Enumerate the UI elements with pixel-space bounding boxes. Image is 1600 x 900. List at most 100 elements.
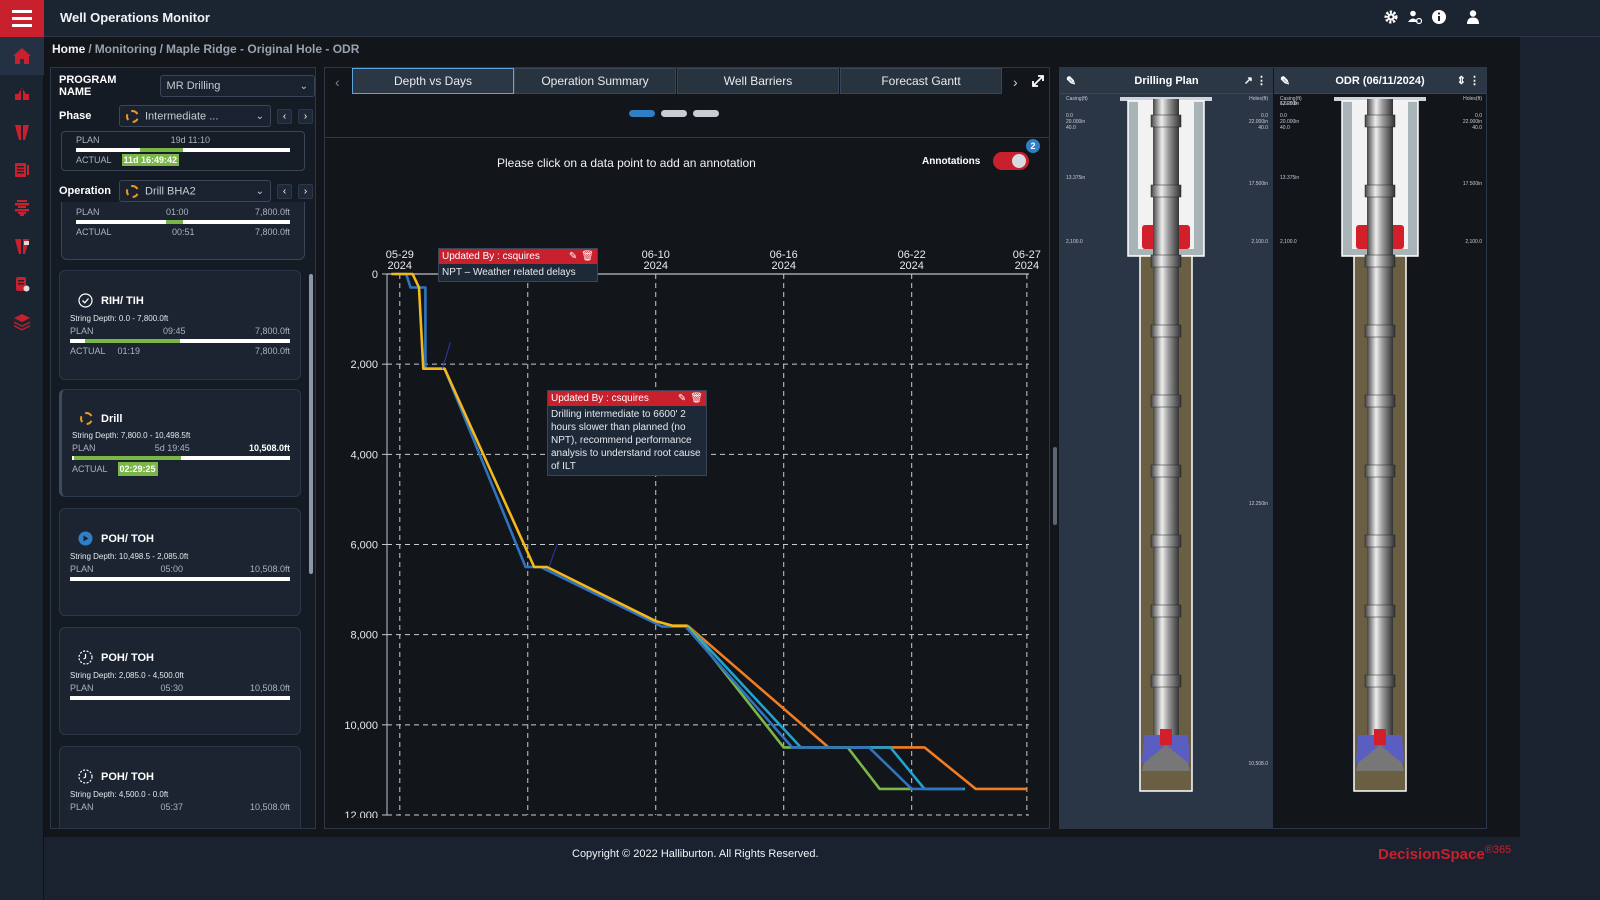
nav-report-history[interactable] <box>0 265 44 303</box>
edit-pencil-icon[interactable]: ✎ <box>1066 74 1076 88</box>
operation-select[interactable]: Drill BHA2 ⌄ <box>119 180 271 202</box>
top-icons <box>1382 9 1482 27</box>
plan-label: PLAN <box>70 326 94 336</box>
odr-schematic: Casing(ft)0.020.000in40.013.375in2,100.0… <box>1280 96 1482 792</box>
tab-next-chevron-icon[interactable]: › <box>1013 74 1018 90</box>
panel-resize-handle[interactable] <box>1053 447 1057 525</box>
more-vertical-icon[interactable]: ⋮ <box>1256 75 1267 87</box>
copyright: Copyright © 2022 Halliburton. All Rights… <box>572 848 819 860</box>
pager-dot-1[interactable] <box>629 110 655 117</box>
tab-prev-chevron-icon[interactable]: ‹ <box>335 74 340 90</box>
bit-nozzle <box>1374 729 1386 745</box>
edit-pencil-icon[interactable]: ✎ <box>678 393 686 404</box>
operations-scrollbar[interactable] <box>309 274 313 574</box>
user-settings-icon[interactable] <box>1406 9 1424 27</box>
nav-home[interactable] <box>0 37 44 75</box>
brand-logo: DecisionSpace®365 <box>1378 844 1511 863</box>
depth-label: 40.0 <box>1066 125 1076 131</box>
phase-select[interactable]: Intermediate ... ⌄ <box>119 105 271 127</box>
actual-label: ACTUAL <box>76 155 112 165</box>
operation-card[interactable]: RIH/ TIH String Depth: 0.0 - 7,800.0ft P… <box>59 270 301 380</box>
operation-progress-bar <box>76 220 290 224</box>
clock-icon <box>78 650 93 665</box>
plan-time: 09:45 <box>162 326 186 336</box>
operations-list: RIH/ TIH String Depth: 0.0 - 7,800.0ft P… <box>51 234 307 828</box>
nav-reports[interactable] <box>0 151 44 189</box>
check-circle-icon <box>78 293 93 308</box>
trash-icon[interactable]: 🗑 <box>690 393 703 404</box>
plan-depth: 10,508.0ft <box>249 564 290 574</box>
chart-panel: ‹ Depth vs Days Operation Summary Well B… <box>324 67 1050 829</box>
plan-label: PLAN <box>76 207 100 217</box>
gear-icon[interactable] <box>1382 9 1400 27</box>
tool-joint <box>1364 534 1396 548</box>
tab-forecast-gantt[interactable]: Forecast Gantt <box>840 68 1002 94</box>
nav-wellhead-history[interactable] <box>0 227 44 265</box>
nav-layers[interactable] <box>0 303 44 341</box>
pager-dot-2[interactable] <box>661 110 687 117</box>
phase-progress-bar <box>76 148 290 152</box>
string-depth: String Depth: 4,500.0 - 0.0ft <box>70 790 169 799</box>
operation-prev-button[interactable]: ‹ <box>277 183 292 199</box>
plan-label: PLAN <box>72 443 96 453</box>
tab-bar: ‹ Depth vs Days Operation Summary Well B… <box>325 68 1049 138</box>
depth-label: Casing(ft) <box>1066 96 1088 102</box>
operation-card[interactable]: POH/ TOH String Depth: 2,085.0 - 4,500.0… <box>59 627 301 735</box>
pager-dot-3[interactable] <box>693 110 719 117</box>
edit-pencil-icon[interactable]: ✎ <box>569 251 577 262</box>
operation-progress-bar <box>70 339 290 343</box>
tool-joint <box>1364 324 1396 338</box>
breadcrumb-monitoring[interactable]: Monitoring <box>95 42 157 56</box>
menu-button[interactable] <box>0 0 44 37</box>
export-icon[interactable]: ↗ <box>1244 75 1253 87</box>
x-tick-year: 2024 <box>899 260 923 272</box>
tab-well-barriers[interactable]: Well Barriers <box>677 68 839 94</box>
annotation-leader-2 <box>548 543 558 568</box>
actual-label: ACTUAL <box>72 464 108 474</box>
tool-joint <box>1364 674 1396 688</box>
breadcrumb-home[interactable]: Home <box>52 42 85 56</box>
phase-row: Phase Intermediate ... ⌄ ‹ › <box>59 105 313 127</box>
nav-rig[interactable] <box>0 75 44 113</box>
operation-row: Operation Drill BHA2 ⌄ ‹ › <box>59 180 313 202</box>
depth-label: 10,508.0 <box>1249 761 1269 767</box>
main-area: Home / Monitoring / Maple Ridge - Original H… <box>44 37 1520 837</box>
phase-next-button[interactable]: › <box>298 108 313 124</box>
operation-card[interactable]: POH/ TOH String Depth: 10,498.5 - 2,085.… <box>59 508 301 616</box>
top-bar: Well Operations Monitor <box>0 0 1600 37</box>
operation-next-button[interactable]: › <box>298 183 313 199</box>
operation-progress-bar <box>72 456 290 460</box>
nav-well-barrier[interactable] <box>0 113 44 151</box>
clock-icon <box>78 769 93 784</box>
annotation-leader-1 <box>441 341 451 369</box>
expand-icon[interactable] <box>1031 74 1045 91</box>
edit-pencil-icon[interactable]: ✎ <box>1280 74 1290 88</box>
left-nav <box>0 37 44 900</box>
tool-joint <box>1150 394 1182 408</box>
wellhead-icon <box>15 125 29 140</box>
info-icon[interactable] <box>1430 9 1448 27</box>
program-select[interactable]: MR Drilling ⌄ <box>159 75 315 97</box>
plan-label: PLAN <box>70 802 94 812</box>
bit-nozzle <box>1160 729 1172 745</box>
tab-operation-summary[interactable]: Operation Summary <box>514 68 676 94</box>
operation-card-active[interactable]: Drill String Depth: 7,800.0 - 10,498.5ft… <box>59 389 301 497</box>
trash-icon[interactable]: 🗑 <box>581 251 594 262</box>
annotation-text: NPT – Weather related delays <box>442 267 576 278</box>
plan-time: 05:00 <box>160 564 183 574</box>
tab-depth-vs-days[interactable]: Depth vs Days <box>352 68 514 94</box>
depth-label: 13.375in <box>1280 175 1299 181</box>
sort-icon[interactable]: ⇕ <box>1457 75 1466 87</box>
string-depth: String Depth: 0.0 - 7,800.0ft <box>70 314 169 323</box>
operation-plan-time: 01:00 <box>165 207 189 217</box>
more-vertical-icon[interactable]: ⋮ <box>1469 75 1480 87</box>
string-depth: String Depth: 2,085.0 - 4,500.0ft <box>70 671 184 680</box>
progress-fill <box>85 339 180 343</box>
program-name-label: PROGRAM NAME <box>59 74 117 98</box>
depth-vs-days-chart[interactable]: 05-29202406-04202406-10202406-16202406-2… <box>325 138 1049 818</box>
annotation-author: Updated By : csquires <box>551 393 649 404</box>
phase-prev-button[interactable]: ‹ <box>277 108 292 124</box>
user-icon[interactable] <box>1464 9 1482 27</box>
operation-card[interactable]: POH/ TOH String Depth: 4,500.0 - 0.0ft P… <box>59 746 301 828</box>
nav-bop[interactable] <box>0 189 44 227</box>
